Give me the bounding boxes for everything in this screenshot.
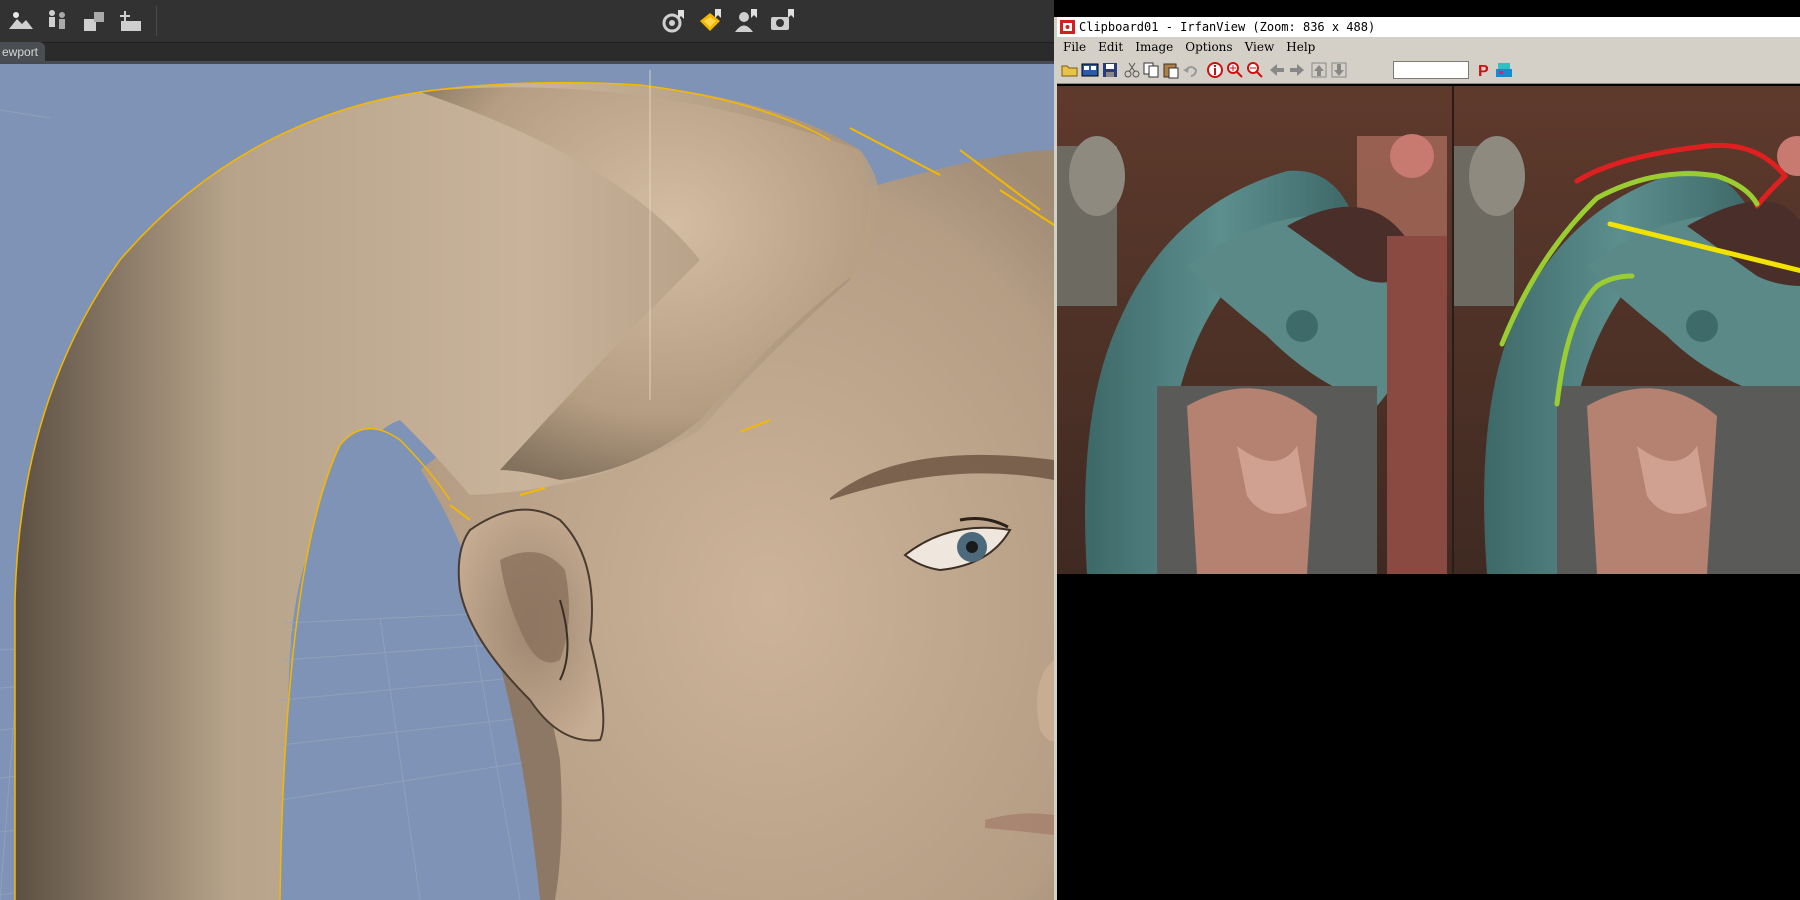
zoom-in-icon[interactable]: [1226, 61, 1244, 79]
open-icon[interactable]: [1061, 61, 1079, 79]
menu-view[interactable]: View: [1239, 37, 1281, 57]
empty-canvas-area: [1057, 574, 1800, 900]
main-toolbar: [0, 0, 1054, 43]
scene-icon[interactable]: [6, 6, 36, 36]
svg-text:P: P: [1478, 63, 1489, 79]
page-number-input[interactable]: [1393, 61, 1469, 79]
3d-viewport[interactable]: [0, 64, 1054, 900]
first-icon[interactable]: [1310, 61, 1328, 79]
next-icon[interactable]: [1288, 61, 1306, 79]
figures-icon[interactable]: [42, 6, 72, 36]
menu-edit[interactable]: Edit: [1092, 37, 1129, 57]
clipboard-image: [1057, 86, 1800, 574]
title-bar[interactable]: Clipboard01 - IrfanView (Zoom: 836 x 488…: [1057, 17, 1800, 37]
paint-icon[interactable]: P: [1475, 61, 1493, 79]
viewport-render: [0, 70, 1054, 900]
image-panel-right: [1454, 86, 1800, 574]
menu-file[interactable]: File: [1057, 37, 1092, 57]
menu-options[interactable]: Options: [1179, 37, 1238, 57]
add-props-icon[interactable]: [79, 6, 109, 36]
undo-icon[interactable]: [1182, 61, 1200, 79]
irfanview-window: Clipboard01 - IrfanView (Zoom: 836 x 488…: [1054, 17, 1800, 900]
menu-bar: File Edit Image Options View Help: [1057, 37, 1800, 57]
image-display[interactable]: [1057, 86, 1800, 574]
thumbnails-icon[interactable]: [1081, 61, 1099, 79]
image-panel-left: [1057, 86, 1452, 574]
menu-help[interactable]: Help: [1280, 37, 1321, 57]
3d-application: ewport: [0, 0, 1054, 900]
viewport-tab[interactable]: ewport: [0, 42, 45, 62]
irfanview-toolbar: P: [1057, 57, 1800, 84]
window-title: Clipboard01 - IrfanView (Zoom: 836 x 488…: [1079, 20, 1376, 34]
previous-icon[interactable]: [1268, 61, 1286, 79]
irfanview-app-icon[interactable]: [1060, 20, 1075, 34]
paste-icon[interactable]: [1162, 61, 1180, 79]
render-icon[interactable]: [695, 6, 725, 36]
camera-figure-icon[interactable]: [730, 6, 760, 36]
last-icon[interactable]: [1330, 61, 1348, 79]
save-icon[interactable]: [1101, 61, 1119, 79]
add-scene-icon[interactable]: [116, 6, 146, 36]
menu-image[interactable]: Image: [1129, 37, 1179, 57]
copy-icon[interactable]: [1142, 61, 1160, 79]
toolbar-separator: [156, 6, 157, 36]
scan-icon[interactable]: [1495, 61, 1513, 79]
zoom-out-icon[interactable]: [1246, 61, 1264, 79]
snapshot-camera-icon[interactable]: [767, 6, 797, 36]
render-settings-icon[interactable]: [659, 6, 689, 36]
info-icon[interactable]: [1206, 61, 1224, 79]
cut-icon[interactable]: [1123, 61, 1141, 79]
